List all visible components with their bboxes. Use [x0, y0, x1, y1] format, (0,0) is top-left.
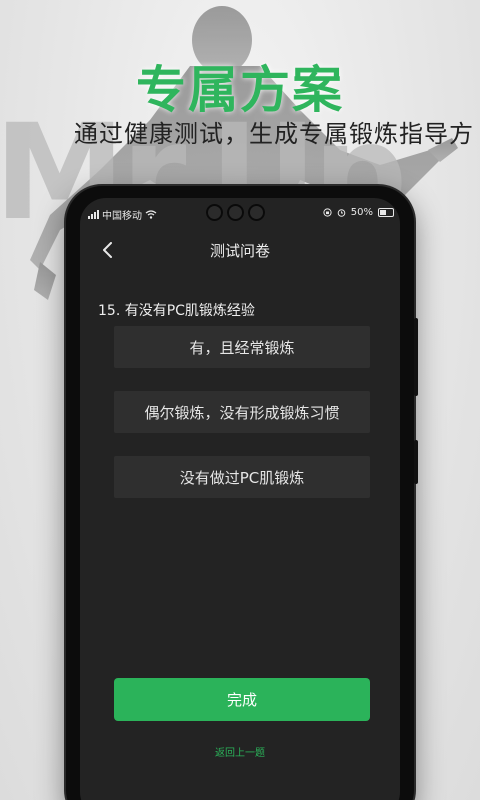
nav-bar: 测试问卷	[80, 228, 400, 272]
lock-rotation-icon	[323, 208, 332, 217]
answer-option[interactable]: 没有做过PC肌锻炼	[114, 456, 370, 498]
phone-power-button	[414, 440, 418, 484]
previous-question-link[interactable]: 返回上一题	[80, 744, 400, 759]
page-title: 测试问卷	[209, 242, 270, 260]
phone-volume-button	[414, 318, 418, 396]
camera-notch	[206, 204, 265, 221]
phone-mockup: 中国移动 50% 测试问卷 15. 有没有PC肌锻炼经验 有，且经常锻炼 偶尔锻…	[66, 186, 418, 800]
status-bar: 中国移动 50%	[80, 198, 400, 228]
signal-icon	[88, 210, 99, 219]
battery-percent: 50%	[350, 207, 373, 218]
question-text: 15. 有没有PC肌锻炼经验	[98, 303, 255, 319]
promo-headline: 专属方案	[136, 61, 344, 119]
phone-screen: 中国移动 50% 测试问卷 15. 有没有PC肌锻炼经验 有，且经常锻炼 偶尔锻…	[80, 198, 400, 800]
answer-option[interactable]: 偶尔锻炼，没有形成锻炼习惯	[114, 391, 370, 433]
promo-subheadline: 通过健康测试，生成专属锻炼指导方	[74, 120, 474, 148]
wifi-icon	[145, 210, 157, 219]
answer-option[interactable]: 有，且经常锻炼	[114, 326, 370, 368]
battery-icon	[378, 208, 394, 217]
carrier-label: 中国移动	[102, 211, 142, 222]
alarm-icon	[337, 209, 346, 217]
finish-button[interactable]: 完成	[114, 678, 370, 721]
